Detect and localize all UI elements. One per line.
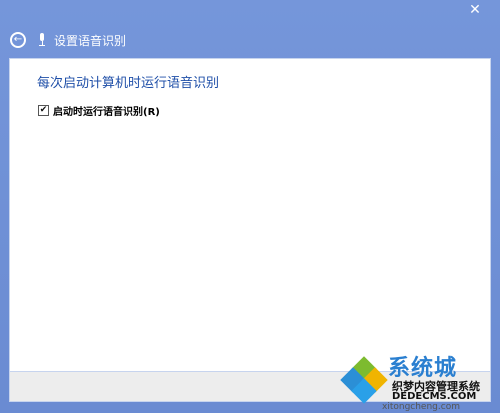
run-at-startup-label[interactable]: 启动时运行语音识别(R) [53, 103, 160, 118]
startup-checkbox-row[interactable]: ✔ 启动时运行语音识别(R) [38, 103, 160, 118]
settings-window: ✕ ← 设置语音识别 每次启动计算机时运行语音识别 ✔ 启动时运行语音识别(R)… [0, 0, 500, 413]
windows-logo-icon [340, 356, 388, 404]
close-icon: ✕ [469, 2, 481, 18]
watermark-site: DEDECMS.COM [392, 391, 477, 402]
back-button[interactable]: ← [10, 32, 26, 48]
run-at-startup-checkbox[interactable]: ✔ [38, 105, 49, 116]
page-heading: 每次启动计算机时运行语音识别 [37, 76, 220, 91]
microphone-icon [38, 33, 46, 47]
watermark-url: xitongcheng.com [382, 402, 460, 412]
checkmark-icon: ✔ [39, 105, 48, 115]
back-arrow-icon: ← [13, 34, 23, 45]
content-panel: 每次启动计算机时运行语音识别 ✔ 启动时运行语音识别(R) [9, 58, 491, 372]
close-button[interactable]: ✕ [460, 0, 490, 20]
window-title: 设置语音识别 [54, 33, 127, 48]
titlebar: ← 设置语音识别 [0, 26, 500, 54]
watermark: 系统城 织梦内容管理系统 DEDECMS.COM xitongcheng.com [340, 352, 497, 412]
